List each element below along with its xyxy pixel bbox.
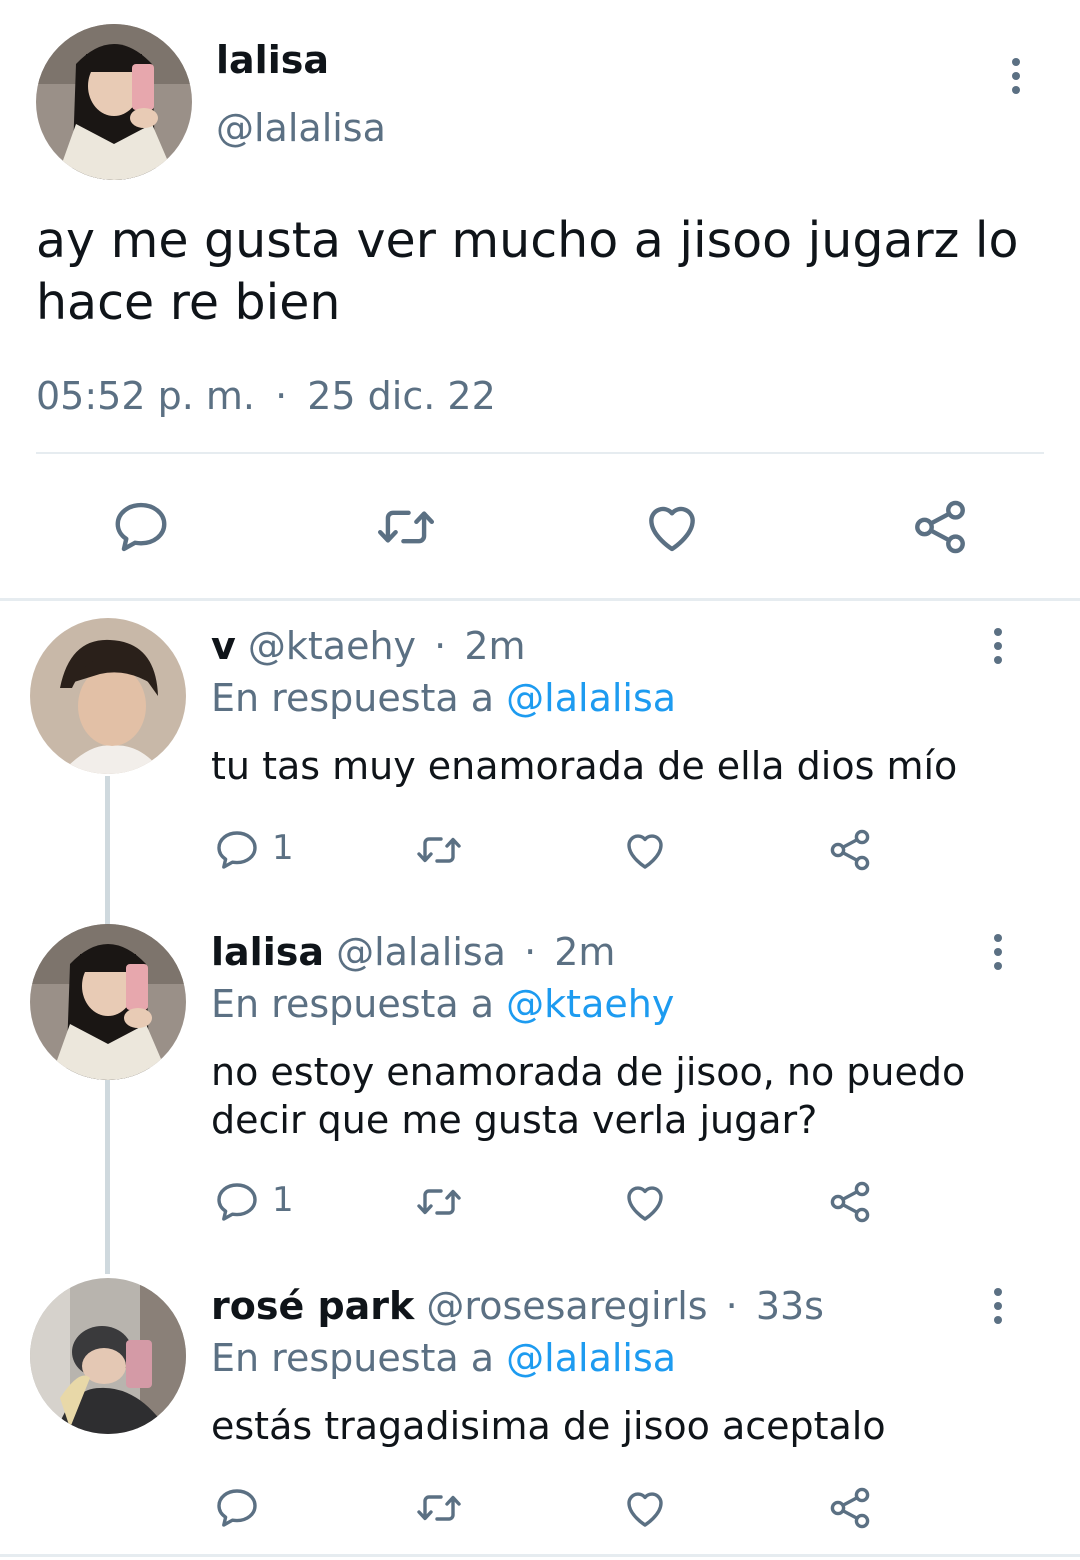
- author-name[interactable]: lalisa: [216, 38, 329, 82]
- tweet-time: 05:52 p. m.: [36, 374, 255, 418]
- more-icon[interactable]: [986, 628, 1010, 670]
- reply-icon[interactable]: [212, 1484, 262, 1532]
- like-icon[interactable]: [640, 496, 704, 558]
- reply-header: lalisa @lalalisa · 2m: [211, 930, 615, 974]
- reply-to-link[interactable]: @ktaehy: [506, 982, 674, 1026]
- reply-text: estás tragadisima de jisoo aceptalo: [211, 1404, 886, 1448]
- reply-header: rosé park @rosesaregirls · 33s: [211, 1284, 824, 1328]
- reply-icon[interactable]: [110, 496, 172, 558]
- reply-icon[interactable]: [212, 826, 262, 874]
- avatar[interactable]: [30, 618, 186, 774]
- reply-icon[interactable]: [212, 1178, 262, 1226]
- share-icon[interactable]: [824, 1484, 876, 1532]
- share-icon[interactable]: [824, 1178, 876, 1226]
- reply-time: 2m: [554, 930, 616, 974]
- author-handle[interactable]: @rosesaregirls: [426, 1284, 707, 1328]
- more-icon[interactable]: [1004, 58, 1028, 100]
- reply-text: tu tas muy enamorada de ella dios mío: [211, 744, 958, 788]
- reply-context: En respuesta a @ktaehy: [211, 982, 674, 1026]
- retweet-icon[interactable]: [410, 1178, 468, 1226]
- reply-prefix: En respuesta a: [211, 982, 495, 1026]
- reply-to-link[interactable]: @lalalisa: [506, 1336, 676, 1380]
- divider: [0, 1554, 1080, 1557]
- separator: ·: [275, 374, 288, 418]
- author-handle[interactable]: @ktaehy: [248, 624, 416, 668]
- share-icon[interactable]: [824, 826, 876, 874]
- reply-to-link[interactable]: @lalalisa: [506, 676, 676, 720]
- like-icon[interactable]: [618, 1484, 672, 1532]
- retweet-icon[interactable]: [372, 496, 440, 558]
- tweet-text: ay me gusta ver mucho a jisoo jugarz lo …: [36, 212, 1019, 331]
- more-icon[interactable]: [986, 1288, 1010, 1330]
- reply-text: no estoy enamorada de jisoo, no puedo de…: [211, 1050, 966, 1142]
- author-name[interactable]: v: [211, 624, 236, 668]
- more-icon[interactable]: [986, 934, 1010, 976]
- reply-time: 33s: [755, 1284, 824, 1328]
- divider: [36, 452, 1044, 454]
- reply-context: En respuesta a @lalalisa: [211, 1336, 676, 1380]
- separator: ·: [524, 930, 537, 974]
- reply-count: 1: [272, 1180, 294, 1220]
- avatar[interactable]: [30, 1278, 186, 1434]
- share-icon[interactable]: [908, 496, 972, 558]
- author-name[interactable]: rosé park: [211, 1284, 414, 1328]
- avatar[interactable]: [36, 24, 192, 180]
- separator: ·: [434, 624, 447, 668]
- tweet-date: 25 dic. 22: [307, 374, 496, 418]
- author-handle[interactable]: @lalalisa: [216, 106, 386, 150]
- reply-count: 1: [272, 828, 294, 868]
- author-handle[interactable]: @lalalisa: [336, 930, 506, 974]
- reply-time: 2m: [464, 624, 526, 668]
- reply-prefix: En respuesta a: [211, 1336, 495, 1380]
- author-name[interactable]: lalisa: [211, 930, 324, 974]
- reply-context: En respuesta a @lalalisa: [211, 676, 676, 720]
- avatar[interactable]: [30, 924, 186, 1080]
- divider: [0, 598, 1080, 601]
- reply-header: v @ktaehy · 2m: [211, 624, 526, 668]
- like-icon[interactable]: [618, 1178, 672, 1226]
- reply-prefix: En respuesta a: [211, 676, 495, 720]
- retweet-icon[interactable]: [410, 1484, 468, 1532]
- retweet-icon[interactable]: [410, 826, 468, 874]
- tweet-timestamp: 05:52 p. m. · 25 dic. 22: [36, 374, 496, 418]
- separator: ·: [725, 1284, 738, 1328]
- like-icon[interactable]: [618, 826, 672, 874]
